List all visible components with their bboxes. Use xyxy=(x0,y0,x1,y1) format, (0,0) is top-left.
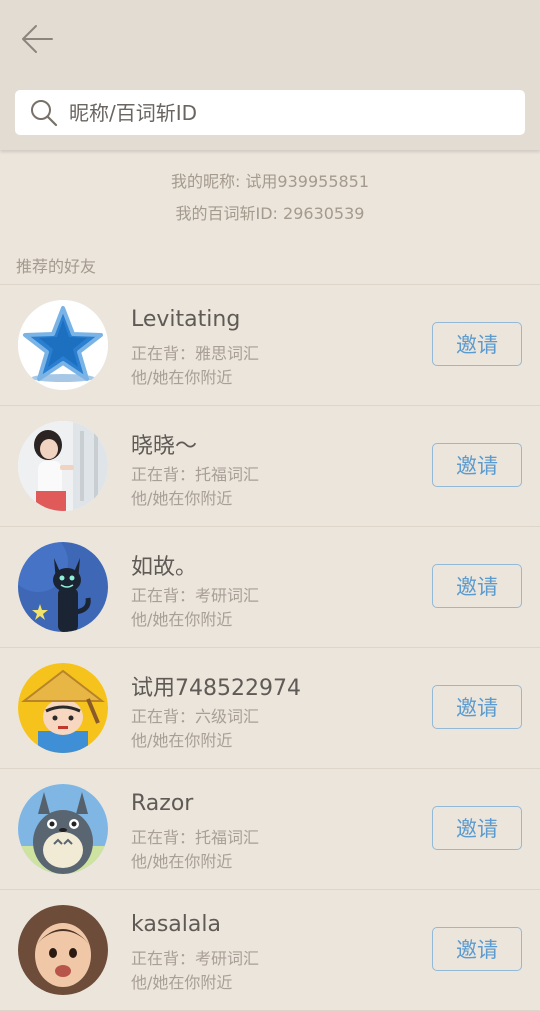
list-item[interactable]: kasalala 正在背：考研词汇 他/她在你附近 邀请 xyxy=(0,890,540,1011)
list-item[interactable]: 试用748522974 正在背：六级词汇 他/她在你附近 邀请 xyxy=(0,648,540,769)
friend-distance: 他/她在你附近 xyxy=(131,368,233,387)
friend-name: Razor xyxy=(131,791,194,816)
list-item[interactable]: Levitating 正在背：雅思词汇 他/她在你附近 邀请 xyxy=(0,285,540,406)
friend-studying: 正在背：托福词汇 xyxy=(131,465,260,484)
totoro-avatar[interactable] xyxy=(18,784,108,874)
friend-studying: 正在背：六级词汇 xyxy=(131,707,260,726)
friend-name: kasalala xyxy=(131,912,221,937)
back-button[interactable] xyxy=(14,16,60,62)
my-nickname: 我的昵称: 试用939955851 xyxy=(170,172,370,191)
blue-star-avatar[interactable] xyxy=(18,300,108,390)
invite-button[interactable]: 邀请 xyxy=(432,443,522,487)
search-box[interactable] xyxy=(15,90,525,135)
straw-hat-cartoon-avatar[interactable] xyxy=(18,663,108,753)
section-title: 推荐的好友 xyxy=(16,257,97,276)
friend-studying: 正在背：雅思词汇 xyxy=(131,344,260,363)
my-id: 我的百词斩ID: 29630539 xyxy=(175,204,365,223)
friend-name: 试用748522974 xyxy=(131,676,301,701)
invite-button[interactable]: 邀请 xyxy=(432,685,522,729)
friend-studying: 正在背：考研词汇 xyxy=(131,586,260,605)
list-item[interactable]: Razor 正在背：托福词汇 他/她在你附近 邀请 xyxy=(0,769,540,890)
invite-button[interactable]: 邀请 xyxy=(432,564,522,608)
friend-distance: 他/她在你附近 xyxy=(131,610,233,629)
girl-photo-avatar[interactable] xyxy=(18,421,108,511)
friend-distance: 他/她在你附近 xyxy=(131,731,233,750)
black-cat-avatar[interactable] xyxy=(18,542,108,632)
invite-button[interactable]: 邀请 xyxy=(432,806,522,850)
friend-name: 如故。 xyxy=(131,555,198,580)
friend-studying: 正在背：托福词汇 xyxy=(131,828,260,847)
friend-list: Levitating 正在背：雅思词汇 他/她在你附近 邀请 晓晓～ 正在背：托… xyxy=(0,284,540,1011)
friend-distance: 他/她在你附近 xyxy=(131,973,233,992)
invite-button[interactable]: 邀请 xyxy=(432,927,522,971)
top-bar xyxy=(0,0,540,150)
arrow-left-icon xyxy=(22,25,53,53)
list-item[interactable]: 如故。 正在背：考研词汇 他/她在你附近 邀请 xyxy=(0,527,540,648)
search-icon xyxy=(29,98,59,128)
friend-name: Levitating xyxy=(131,307,241,332)
search-input[interactable] xyxy=(69,100,489,125)
friend-distance: 他/她在你附近 xyxy=(131,852,233,871)
friend-studying: 正在背：考研词汇 xyxy=(131,949,260,968)
list-item[interactable]: 晓晓～ 正在背：托福词汇 他/她在你附近 邀请 xyxy=(0,406,540,527)
invite-button[interactable]: 邀请 xyxy=(432,322,522,366)
friend-distance: 他/她在你附近 xyxy=(131,489,233,508)
friend-name: 晓晓～ xyxy=(131,434,198,459)
child-photo-avatar[interactable] xyxy=(18,905,108,995)
